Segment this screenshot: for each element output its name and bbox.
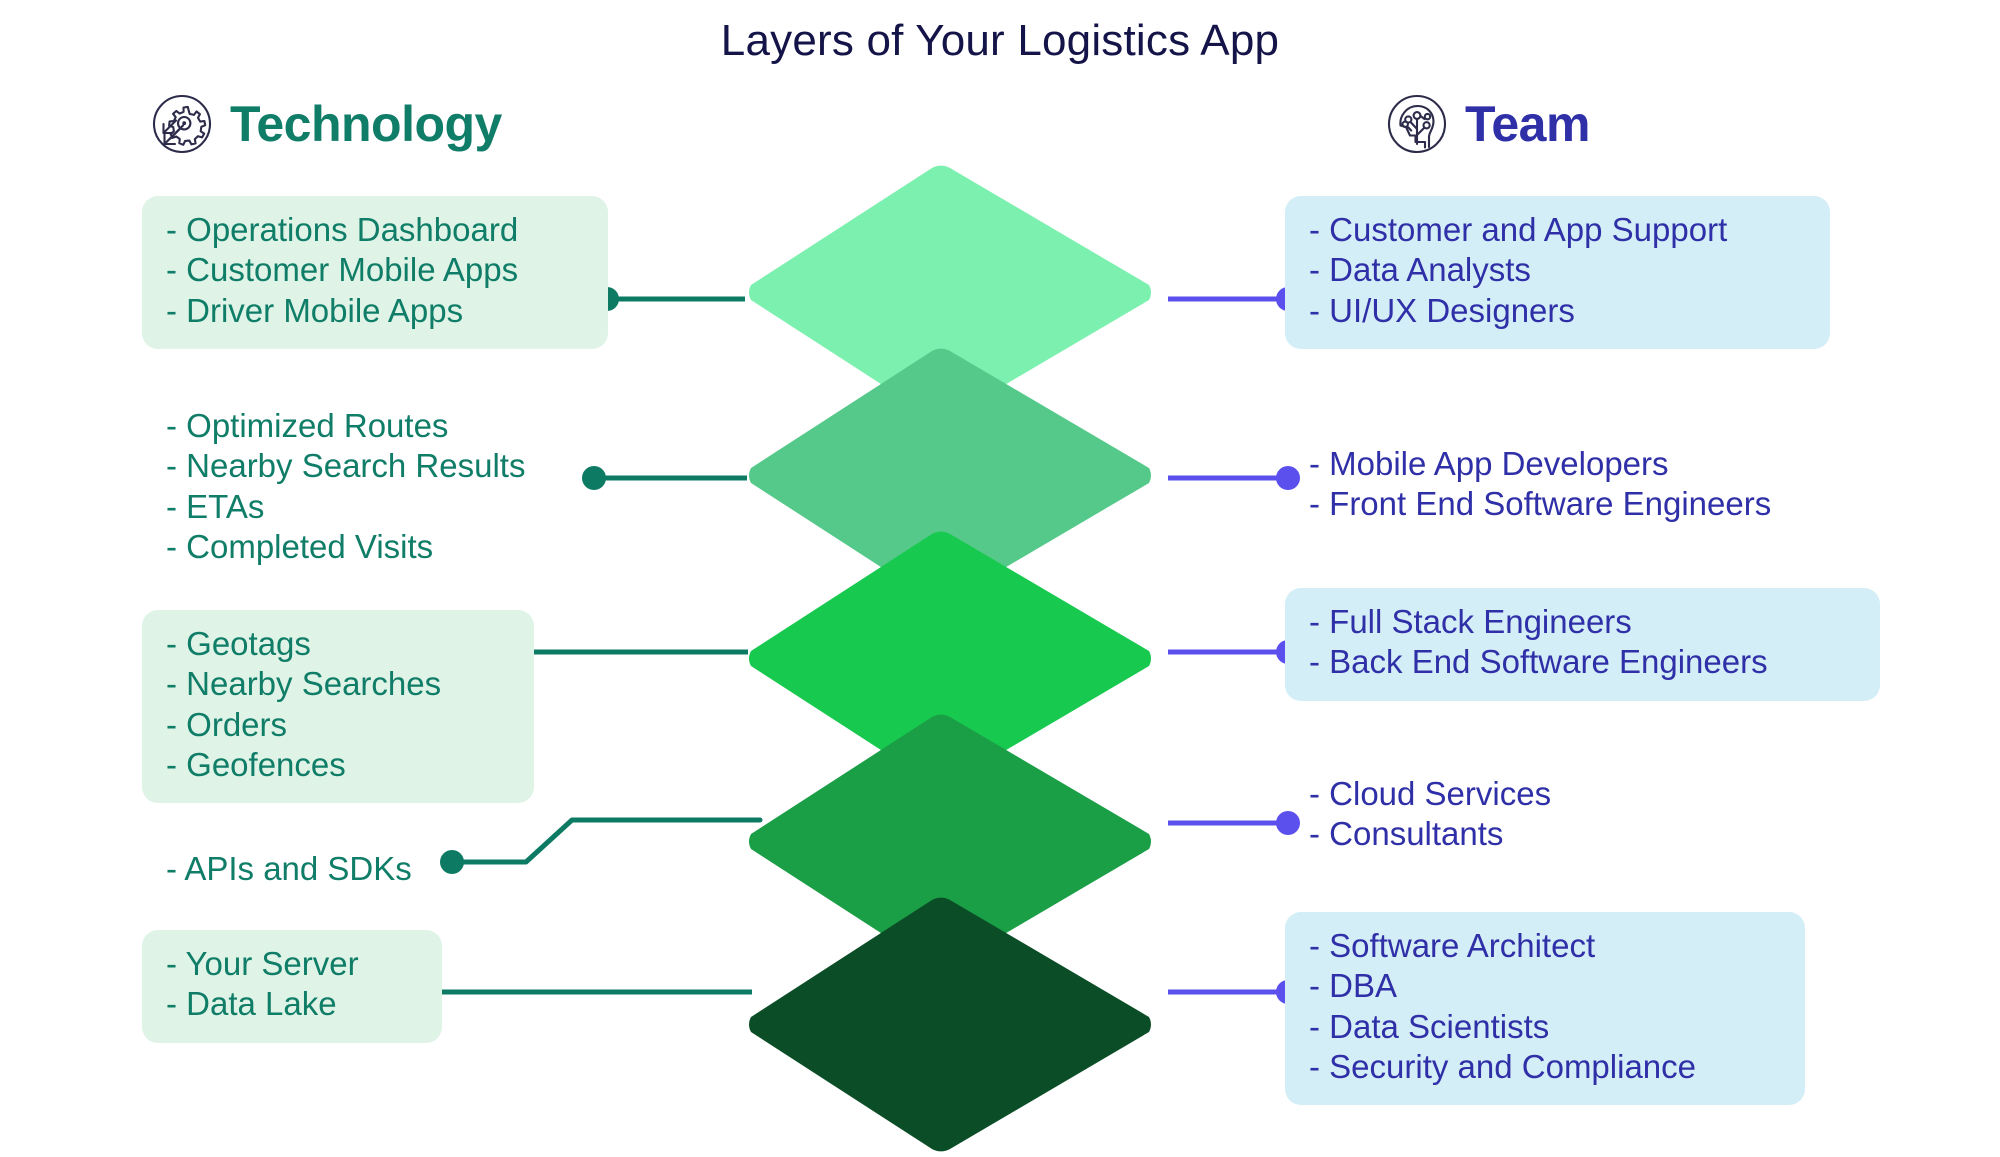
list-item: - Geotags: [166, 625, 311, 662]
page-title: Layers of Your Logistics App: [720, 16, 1280, 65]
list-item: - Geofences: [166, 745, 346, 783]
team-block-1[interactable]: - Customer and App Support - Data Analys…: [1285, 196, 1830, 349]
list-item: - Customer and App Support: [1309, 211, 1728, 248]
list-item: - DBA: [1309, 967, 1398, 1005]
team-block-4[interactable]: - Cloud Services - Consultants: [1285, 760, 1685, 873]
team-block-3[interactable]: - Full Stack Engineers - Back End Softwa…: [1285, 588, 1880, 701]
connector-tech-4: [440, 800, 763, 874]
tech-block-3[interactable]: - Geotags - Nearby Searches - Orders - G…: [142, 610, 534, 804]
list-item: - Data Lake: [166, 985, 337, 1023]
gear-arrows-circle-icon: [150, 92, 214, 156]
list-item: - Your Server: [166, 945, 359, 982]
column-header-technology: Technology: [150, 92, 502, 156]
list-item: - Full Stack Engineers: [1309, 603, 1632, 640]
list-item: - Operations Dashboard: [166, 211, 519, 248]
list-item: - Software Architect: [1309, 927, 1596, 964]
list-item: - Cloud Services: [1309, 775, 1552, 812]
connector-tech-1: [595, 284, 745, 314]
column-header-team-label: Team: [1465, 96, 1590, 152]
tech-block-2[interactable]: - Optimized Routes - Nearby Search Resul…: [142, 392, 608, 585]
connector-team-5: [1168, 977, 1300, 1007]
layer-shape-5[interactable]: [735, 892, 1165, 1157]
tech-block-4[interactable]: - APIs and SDKs: [142, 835, 472, 907]
tech-block-5[interactable]: - Your Server - Data Lake: [142, 930, 442, 1043]
list-item: - Orders: [166, 705, 288, 743]
list-item: - Consultants: [1309, 815, 1504, 853]
list-item: - Driver Mobile Apps: [166, 291, 464, 329]
tech-block-1[interactable]: - Operations Dashboard - Customer Mobile…: [142, 196, 608, 349]
list-item: - Optimized Routes: [166, 407, 449, 444]
list-item: - Mobile App Developers: [1309, 445, 1669, 482]
connector-team-4: [1168, 808, 1300, 838]
team-block-2[interactable]: - Mobile App Developers - Front End Soft…: [1285, 430, 1855, 543]
column-header-team: Team: [1385, 92, 1590, 156]
connector-team-1: [1168, 284, 1300, 314]
list-item: - Security and Compliance: [1309, 1047, 1697, 1085]
connector-tech-5: [412, 977, 752, 1007]
list-item: - Back End Software Engineers: [1309, 643, 1768, 681]
list-item: - Customer Mobile Apps: [166, 251, 519, 289]
column-header-technology-label: Technology: [230, 96, 502, 152]
list-item: - Front End Software Engineers: [1309, 485, 1772, 523]
connector-tech-3: [508, 637, 748, 667]
connector-team-2: [1168, 463, 1300, 493]
list-item: - UI/UX Designers: [1309, 291, 1575, 329]
head-circuit-circle-icon: [1385, 92, 1449, 156]
list-item: - Nearby Searches: [166, 665, 442, 703]
list-item: - Data Analysts: [1309, 251, 1531, 289]
layer-stack: [735, 160, 1165, 1152]
team-block-5[interactable]: - Software Architect - DBA - Data Scient…: [1285, 912, 1805, 1106]
list-item: - APIs and SDKs: [166, 850, 412, 887]
connector-team-3: [1168, 637, 1300, 667]
list-item: - ETAs: [166, 487, 265, 525]
list-item: - Data Scientists: [1309, 1007, 1550, 1045]
diagram-canvas: Layers of Your Logistics App Technology: [0, 0, 2000, 1152]
list-item: - Completed Visits: [166, 527, 434, 565]
list-item: - Nearby Search Results: [166, 447, 526, 485]
